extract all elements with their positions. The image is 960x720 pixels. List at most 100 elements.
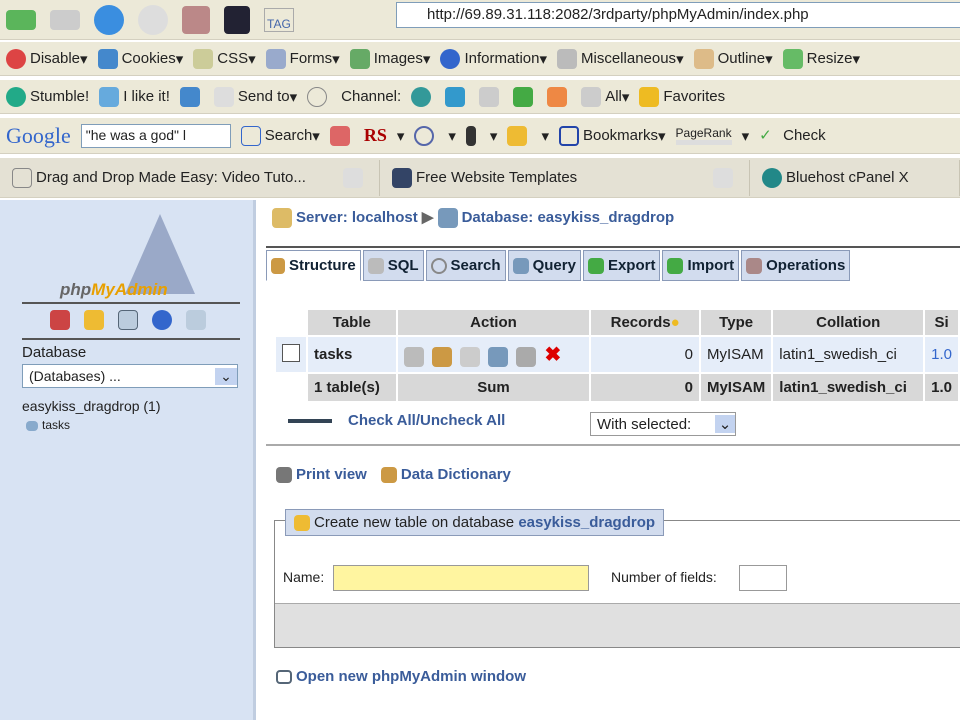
col-records: Records● (591, 310, 699, 335)
insert-icon[interactable] (488, 347, 509, 368)
tab-export[interactable]: Export (582, 250, 661, 282)
browse-icon[interactable] (403, 347, 424, 368)
records-value: 0 (591, 337, 699, 373)
resize-menu[interactable]: Resize ▾ (782, 48, 860, 69)
search-icon[interactable] (459, 347, 480, 368)
number-of-fields-input[interactable] (739, 565, 787, 591)
tab-query[interactable]: Query (507, 250, 581, 282)
tv-icon[interactable] (479, 86, 500, 107)
spell-check-button[interactable]: ✓ Check (759, 126, 826, 146)
like-button[interactable]: I like it! (99, 86, 170, 107)
google-toolbar: Google "he was a god" l Search ▾ RS ▾ ▾ ▾… (0, 118, 960, 154)
tab-search[interactable]: Search (425, 250, 506, 282)
structure-icon[interactable] (431, 347, 452, 368)
magnifier-icon[interactable] (465, 125, 476, 146)
operations-icon (746, 258, 763, 275)
type-value: MyISAM (700, 337, 772, 373)
cookies-menu[interactable]: Cookies ▾ (97, 48, 183, 69)
thumbs-down-icon[interactable] (179, 86, 200, 107)
google-search-input[interactable]: "he was a god" l (80, 123, 231, 148)
empty-icon[interactable] (516, 347, 537, 368)
stop-icon[interactable] (138, 4, 168, 35)
pencil-icon (693, 48, 714, 69)
size-value[interactable]: 1.0 (925, 337, 958, 373)
query-window-icon[interactable] (186, 310, 206, 330)
miscellaneous-menu[interactable]: Miscellaneous ▾ (557, 48, 684, 69)
import-icon (667, 258, 684, 275)
stumble-button[interactable]: Stumble! (6, 86, 89, 107)
table-name[interactable]: tasks (308, 337, 396, 373)
print-view-link[interactable]: Print view (276, 466, 367, 484)
css-icon (193, 48, 214, 69)
drop-icon[interactable]: ✖ (544, 344, 561, 366)
server-link[interactable]: Server: localhost (296, 209, 418, 226)
sql-icon[interactable] (118, 310, 138, 330)
collation-value: latin1_swedish_ci (773, 337, 924, 373)
with-selected-select[interactable]: With selected: ⌄ (590, 412, 736, 436)
photo-icon[interactable] (445, 86, 466, 107)
create-table-legend: Create new table on database easykiss_dr… (285, 509, 665, 537)
comment-icon[interactable] (307, 86, 328, 107)
disable-menu[interactable]: Disable ▾ (6, 48, 88, 69)
apps-icon[interactable] (507, 125, 528, 146)
shuffle-icon[interactable] (513, 86, 534, 107)
forms-menu[interactable]: Forms ▾ (265, 48, 340, 69)
tag-button[interactable]: TAG (264, 7, 294, 32)
page-icon[interactable] (224, 5, 250, 34)
disable-icon (6, 48, 26, 69)
tab-structure[interactable]: Structure (266, 250, 361, 282)
open-new-window-link[interactable]: Open new phpMyAdmin window (276, 668, 526, 685)
sql-icon (367, 258, 384, 275)
browser-tab[interactable]: Bluehost cPanel X (750, 159, 960, 196)
people-icon[interactable] (547, 86, 568, 107)
news-icon[interactable] (329, 125, 350, 146)
google-logo: Google (6, 122, 71, 148)
database-link[interactable]: easykiss_dragdrop (1) (22, 398, 161, 414)
browser-tab[interactable]: Free Website Templates (380, 159, 750, 196)
outline-menu[interactable]: Outline ▾ (693, 48, 773, 69)
tab-sql[interactable]: SQL (362, 250, 424, 282)
back-icon[interactable] (6, 9, 36, 30)
printer-icon (276, 467, 292, 484)
server-icon (272, 208, 292, 229)
share-icon[interactable] (414, 125, 435, 146)
images-menu[interactable]: Images ▾ (349, 48, 430, 69)
favorites-button[interactable]: Favorites (639, 86, 725, 107)
css-menu[interactable]: CSS ▾ (193, 48, 256, 69)
lock-icon[interactable] (84, 310, 104, 330)
sidebar-icons (50, 310, 210, 330)
close-tab-icon[interactable] (343, 167, 363, 188)
rs-button[interactable]: RS (364, 125, 387, 146)
database-link[interactable]: Database: easykiss_dragdrop (462, 209, 675, 226)
reload-icon[interactable] (94, 4, 124, 35)
database-select[interactable]: (Databases) ... ⌄ (22, 364, 238, 388)
bookmarks-menu[interactable]: Bookmarks ▾ (558, 125, 666, 146)
uncheck-all-link[interactable]: Uncheck All (420, 412, 505, 429)
data-dictionary-link[interactable]: Data Dictionary (380, 466, 511, 484)
search-icon (430, 258, 447, 275)
address-bar[interactable]: http://69.89.31.118:2082/3rdparty/phpMyA… (396, 2, 960, 28)
home-icon[interactable] (182, 5, 210, 34)
globe-icon[interactable] (411, 86, 432, 107)
tab-import[interactable]: Import (662, 250, 740, 282)
dictionary-icon (380, 467, 397, 484)
table-name-input[interactable] (333, 565, 589, 591)
close-tab-icon[interactable] (713, 167, 733, 188)
query-icon (512, 258, 529, 275)
create-table-form: Create new table on database easykiss_dr… (274, 509, 960, 648)
new-table-icon (294, 515, 310, 532)
name-label: Name: (283, 569, 325, 585)
home-icon[interactable] (50, 310, 70, 330)
forward-icon[interactable] (50, 9, 80, 30)
help-icon[interactable] (152, 310, 172, 330)
send-to-menu[interactable]: Send to ▾ (213, 86, 297, 107)
all-menu[interactable]: All ▾ (581, 86, 629, 107)
web-developer-toolbar: Disable ▾ Cookies ▾ CSS ▾ Forms ▾ Images ▾ In… (0, 42, 960, 76)
check-all-link[interactable]: Check All (348, 412, 416, 429)
browser-tab[interactable]: Drag and Drop Made Easy: Video Tuto... (0, 159, 380, 196)
information-menu[interactable]: Information ▾ (440, 48, 547, 69)
google-search-button[interactable]: Search ▾ (240, 125, 320, 146)
tab-operations[interactable]: Operations (741, 250, 851, 282)
row-checkbox[interactable] (282, 343, 300, 362)
table-link[interactable]: tasks (26, 418, 70, 432)
